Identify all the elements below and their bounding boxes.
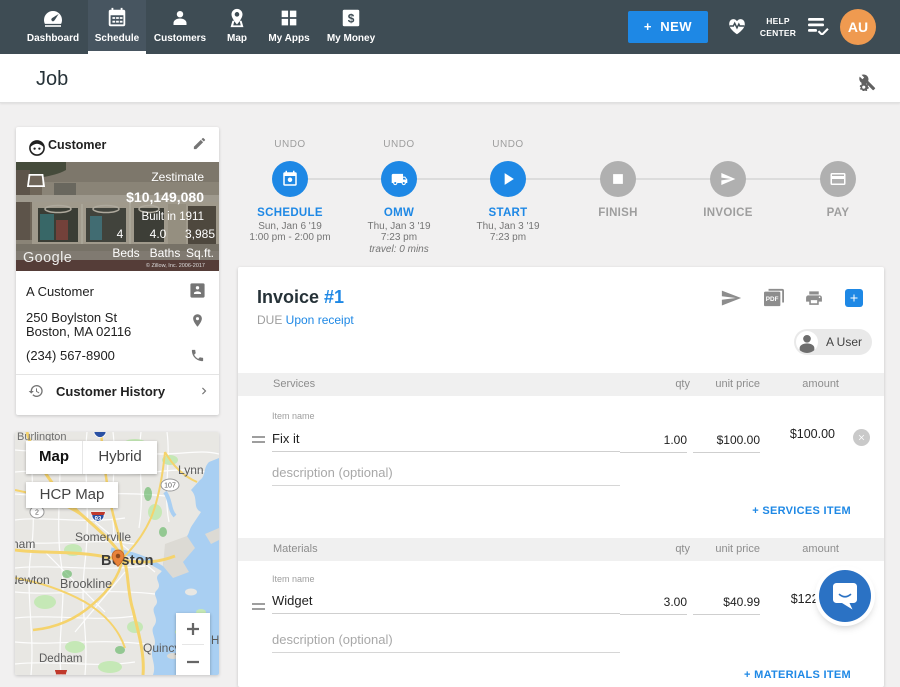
svg-text:Hi: Hi (211, 635, 219, 647)
svg-text:Newton: Newton (15, 573, 50, 587)
svg-text:107: 107 (164, 483, 176, 490)
svg-text:Dedham: Dedham (39, 653, 82, 665)
svg-text:$: $ (348, 12, 355, 26)
svg-text:PDF: PDF (766, 296, 779, 303)
svg-text:Brookline: Brookline (60, 577, 112, 591)
svg-text:Quincy: Quincy (143, 641, 180, 655)
svg-text:Boston: Boston (101, 553, 154, 569)
svg-text:Somerville: Somerville (75, 530, 131, 544)
svg-text:2: 2 (35, 510, 39, 517)
svg-text:93: 93 (95, 517, 102, 523)
svg-text:Lynn: Lynn (178, 463, 204, 477)
svg-text:ham: ham (15, 537, 35, 551)
